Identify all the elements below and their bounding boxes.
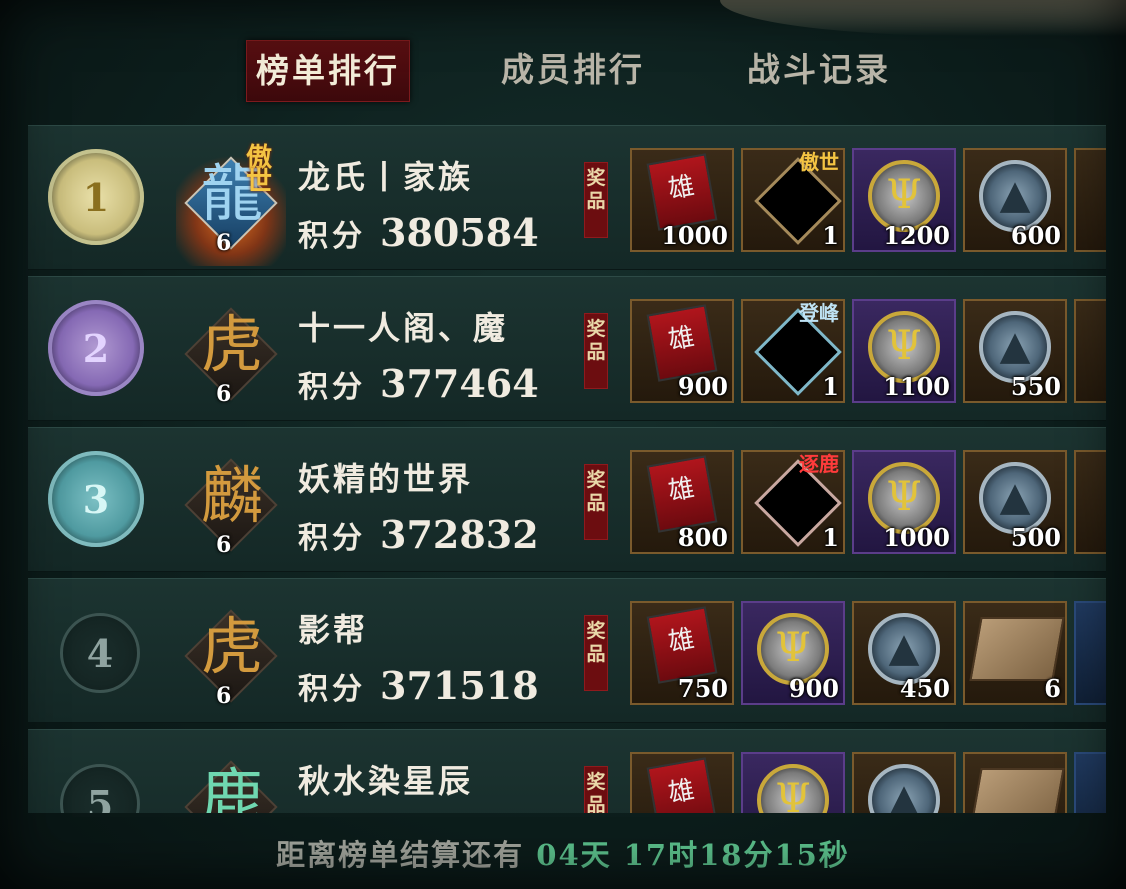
ranking-row[interactable]: 4 虎 6 影帮 积分 371518 奖品 雄 750 Ψ 900 ▲ 450 6 (28, 578, 1106, 723)
emblem-tag: 傲世 (246, 143, 273, 197)
tab-battle-record[interactable]: 战斗记录 (738, 40, 900, 100)
guild-emblem[interactable]: 麟 6 (176, 450, 286, 560)
rank-badge: 1 (48, 149, 144, 245)
prize-item-partial[interactable] (1074, 601, 1106, 705)
prize-items: 雄 800 逐鹿 1 Ψ 1000 ▲ 500 (630, 450, 1106, 558)
prize-item[interactable]: 傲世 1 (741, 148, 845, 252)
tab-bar: 榜单排行 成员排行 战斗记录 (230, 30, 930, 102)
mask-token-icon: 雄 (646, 757, 718, 813)
ranking-list[interactable]: 1 龍 傲世 6 龙氏丨家族 积分 380584 奖品 雄 1000 傲世 1 Ψ… (28, 125, 1106, 813)
prize-item[interactable]: Ψ 900 (741, 601, 845, 705)
prize-label: 奖品 (584, 464, 608, 540)
rank-badge: 5 (60, 764, 140, 813)
guild-score: 积分 372832 (298, 512, 539, 557)
mask-token-icon: 雄 (646, 606, 718, 684)
prize-item[interactable]: ▲ 450 (852, 601, 956, 705)
guild-score: 积分 371518 (298, 663, 539, 708)
rank-badge: 3 (48, 451, 144, 547)
ranking-row[interactable]: 2 虎 6 十一人阁、魔 积分 377464 奖品 雄 900 登峰 1 Ψ 11… (28, 276, 1106, 421)
tiger-icon: 虎 (200, 308, 263, 381)
prize-item[interactable]: 雄 750 (630, 601, 734, 705)
mask-token-icon: 雄 (646, 455, 718, 533)
ranking-row[interactable]: 1 龍 傲世 6 龙氏丨家族 积分 380584 奖品 雄 1000 傲世 1 Ψ… (28, 125, 1106, 270)
countdown-label: 距离榜单结算还有 (276, 838, 537, 872)
guild-level: 6 (216, 381, 232, 407)
prize-item[interactable]: Ψ 1100 (852, 299, 956, 403)
rank-badge: 2 (48, 300, 144, 396)
prize-item[interactable] (963, 752, 1067, 813)
prize-item-partial[interactable] (1074, 752, 1106, 813)
countdown-time: 04天 17时18分15秒 (536, 838, 850, 872)
guild-score: 积分 377464 (298, 361, 539, 406)
mask-token-icon: 雄 (646, 304, 718, 382)
ranking-row[interactable]: 3 麟 6 妖精的世界 积分 372832 奖品 雄 800 逐鹿 1 Ψ 100… (28, 427, 1106, 572)
prize-item[interactable]: 雄 800 (630, 450, 734, 554)
guild-level: 6 (216, 230, 232, 256)
prize-item[interactable]: Ψ 1200 (852, 148, 956, 252)
prize-item[interactable]: ▲ (852, 752, 956, 813)
guild-name: 影帮 (298, 611, 369, 649)
unicorn-icon: 麟 (200, 459, 263, 532)
prize-label: 奖品 (584, 313, 608, 389)
prize-item[interactable]: ▲ 600 (963, 148, 1067, 252)
mask-token-icon: 雄 (646, 153, 718, 231)
prize-item-partial[interactable] (1074, 450, 1106, 554)
ranking-row[interactable]: 5 鹿 秋水染星辰 奖品 雄 Ψ ▲ (28, 729, 1106, 813)
prize-items: 雄 Ψ ▲ (630, 752, 1106, 813)
guild-emblem[interactable]: 鹿 (176, 752, 286, 813)
guild-emblem[interactable]: 虎 6 (176, 299, 286, 409)
guild-emblem[interactable]: 虎 6 (176, 601, 286, 711)
prize-items: 雄 750 Ψ 900 ▲ 450 6 (630, 601, 1106, 709)
prize-item[interactable]: 逐鹿 1 (741, 450, 845, 554)
guild-name: 龙氏丨家族 (298, 158, 474, 196)
settlement-countdown: 距离榜单结算还有 04天 17时18分15秒 (0, 830, 1126, 880)
prize-label: 奖品 (584, 766, 608, 813)
guild-level: 6 (216, 532, 232, 558)
prize-item-partial[interactable] (1074, 299, 1106, 403)
antler-coin-icon: Ψ (757, 764, 829, 813)
tiger-icon: 虎 (200, 610, 263, 683)
guild-score: 积分 380584 (298, 210, 539, 255)
guild-name: 秋水染星辰 (298, 762, 474, 800)
prize-item[interactable]: ▲ 500 (963, 450, 1067, 554)
prize-item[interactable]: 雄 (630, 752, 734, 813)
prize-item-partial[interactable] (1074, 148, 1106, 252)
prize-label: 奖品 (584, 615, 608, 691)
prize-items: 雄 900 登峰 1 Ψ 1100 ▲ 550 (630, 299, 1106, 407)
guild-emblem[interactable]: 龍 傲世 6 (176, 143, 286, 266)
prize-item[interactable]: ▲ 550 (963, 299, 1067, 403)
guild-name: 妖精的世界 (298, 460, 474, 498)
scroll-map-icon (969, 768, 1065, 813)
guild-name: 十一人阁、魔 (298, 309, 509, 347)
guild-level: 6 (216, 683, 232, 709)
prize-item[interactable]: 6 (963, 601, 1067, 705)
prize-item[interactable]: Ψ 1000 (852, 450, 956, 554)
mountain-coin-icon: ▲ (868, 764, 940, 813)
tab-member-ranking[interactable]: 成员排行 (492, 40, 654, 100)
rank-badge: 4 (60, 613, 140, 693)
prize-item[interactable]: Ψ (741, 752, 845, 813)
prize-item[interactable]: 雄 900 (630, 299, 734, 403)
prize-item[interactable]: 登峰 1 (741, 299, 845, 403)
deer-icon: 鹿 (200, 761, 263, 813)
tab-leaderboard[interactable]: 榜单排行 (246, 40, 410, 102)
prize-item[interactable]: 雄 1000 (630, 148, 734, 252)
prize-items: 雄 1000 傲世 1 Ψ 1200 ▲ 600 (630, 148, 1106, 256)
scroll-map-icon (969, 617, 1065, 681)
prize-label: 奖品 (584, 162, 608, 238)
